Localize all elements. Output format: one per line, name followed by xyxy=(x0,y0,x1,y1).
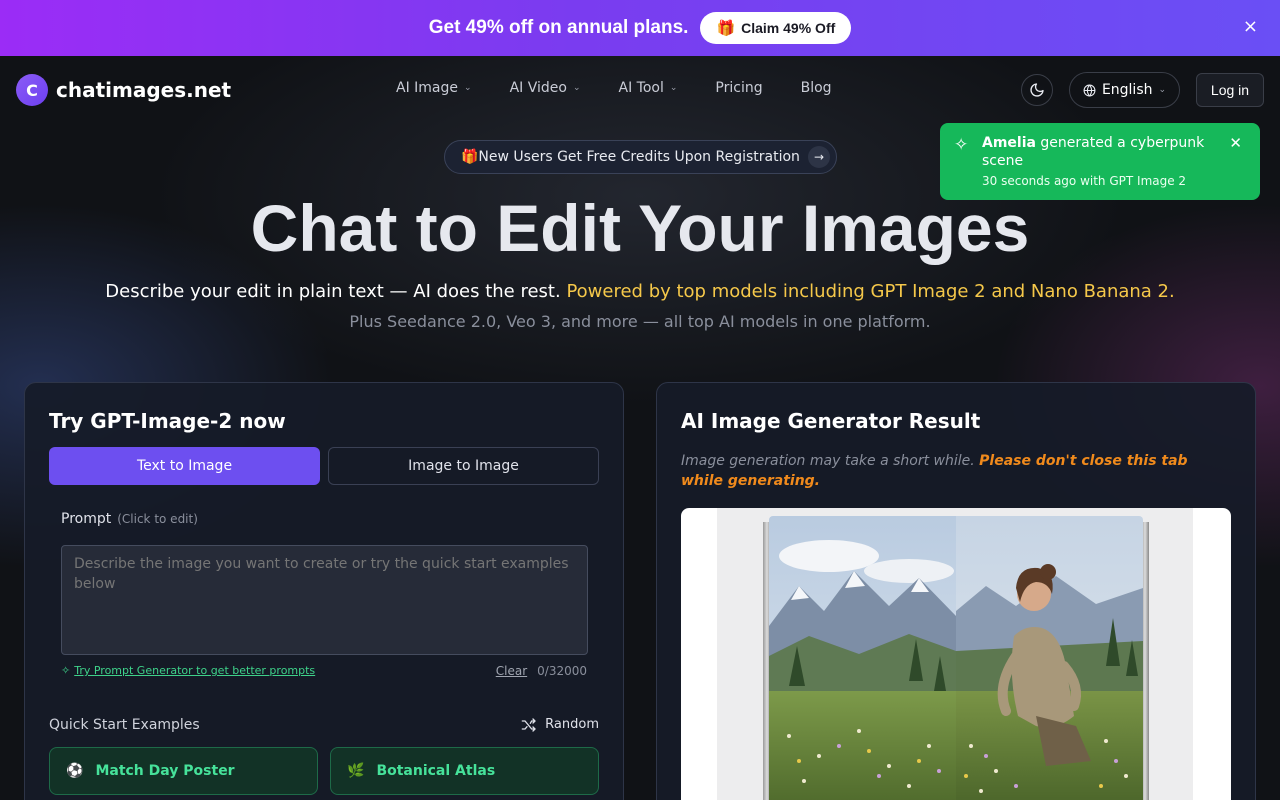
example-label: Botanical Atlas xyxy=(376,763,496,779)
char-count: 0/32000 xyxy=(537,664,587,678)
random-label: Random xyxy=(545,717,599,732)
quick-start-label: Quick Start Examples xyxy=(49,717,200,733)
activity-toast: ✧ Amelia generated a cyberpunk scene 30 … xyxy=(940,123,1260,200)
chevron-down-icon: ⌄ xyxy=(572,83,581,93)
logo-mark: C xyxy=(16,74,48,106)
logo[interactable]: C chatimages.net xyxy=(16,74,231,106)
page-title: Chat to Edit Your Images xyxy=(250,191,1030,265)
hero-subtitle: Describe your edit in plain text — AI do… xyxy=(0,281,1280,302)
nav-blog[interactable]: Blog xyxy=(801,80,832,96)
claim-offer-button[interactable]: 🎁 Claim 49% Off xyxy=(700,12,852,44)
example-match-day-poster[interactable]: ⚽ Match Day Poster xyxy=(49,747,318,795)
prompt-generator-link[interactable]: ✧ Try Prompt Generator to get better pro… xyxy=(61,664,315,677)
theme-toggle-button[interactable] xyxy=(1021,74,1053,106)
nav-label: Blog xyxy=(800,80,832,96)
prompt-generator-label: Try Prompt Generator to get better promp… xyxy=(74,664,316,677)
hero-subtitle-secondary: Plus Seedance 2.0, Veo 3, and more — all… xyxy=(349,312,931,331)
nav-ai-video[interactable]: AI Video ⌄ xyxy=(510,80,581,96)
clear-button[interactable]: Clear xyxy=(496,664,527,678)
shuffle-icon xyxy=(521,717,537,732)
prompt-input[interactable] xyxy=(61,545,588,655)
nav-label: Pricing xyxy=(715,80,763,96)
language-select[interactable]: English ⌄ xyxy=(1069,72,1180,108)
book-page-left xyxy=(769,516,956,800)
pill-text: 🎁New Users Get Free Credits Upon Registr… xyxy=(461,149,800,165)
promo-text: Get 49% off on annual plans. xyxy=(428,17,689,38)
result-panel: AI Image Generator Result Image generati… xyxy=(656,382,1256,800)
random-button[interactable]: Random xyxy=(521,717,599,732)
hero-subtitle-models: Powered by top models including GPT Imag… xyxy=(560,281,1175,302)
main-nav: AI Image ⌄ AI Video ⌄ AI Tool ⌄ Pricing … xyxy=(396,80,832,96)
chevron-down-icon: ⌄ xyxy=(669,83,678,93)
globe-icon xyxy=(1083,84,1096,96)
toast-title: Amelia generated a cyberpunk scene xyxy=(982,134,1212,170)
nav-label: AI Image xyxy=(396,80,459,96)
generator-panel: Try GPT-Image-2 now Text to Image Image … xyxy=(24,382,624,800)
example-botanical-atlas[interactable]: 🌿 Botanical Atlas xyxy=(330,747,599,795)
nav-label: AI Video xyxy=(509,80,567,96)
tab-image-to-image[interactable]: Image to Image xyxy=(328,447,599,485)
nav-ai-image[interactable]: AI Image ⌄ xyxy=(396,80,472,96)
result-note: Image generation may take a short while.… xyxy=(681,451,1231,491)
chevron-down-icon: ⌄ xyxy=(464,83,472,93)
sparkle-icon: ✧ xyxy=(61,664,71,677)
tab-text-to-image[interactable]: Text to Image xyxy=(49,447,320,485)
mountain-landscape xyxy=(769,516,956,800)
book-page-right xyxy=(956,516,1143,800)
prompt-label: Prompt (Click to edit) xyxy=(61,511,198,527)
logo-text: chatimages.net xyxy=(56,78,232,102)
close-icon[interactable]: ✕ xyxy=(1229,134,1242,152)
nav-pricing[interactable]: Pricing xyxy=(715,80,762,96)
chevron-down-icon: ⌄ xyxy=(1158,85,1167,95)
nav-ai-tool[interactable]: AI Tool ⌄ xyxy=(619,80,678,96)
arrow-right-icon: → xyxy=(808,146,830,168)
result-title: AI Image Generator Result xyxy=(681,409,981,433)
language-label: English xyxy=(1101,82,1153,98)
prompt-label-text: Prompt xyxy=(61,511,112,527)
prompt-hint: (Click to edit) xyxy=(117,512,198,526)
result-image[interactable] xyxy=(681,508,1231,800)
result-note-text: Image generation may take a short while. xyxy=(681,453,980,469)
moon-icon xyxy=(1030,83,1044,97)
generator-title: Try GPT-Image-2 now xyxy=(49,409,286,433)
toast-subtitle: 30 seconds ago with GPT Image 2 xyxy=(982,174,1187,188)
close-icon[interactable]: × xyxy=(1243,16,1258,37)
sparkle-icon: ✧ xyxy=(954,135,969,155)
claim-offer-label: Claim 49% Off xyxy=(741,20,836,36)
book-illustration xyxy=(763,516,1149,800)
hero-subtitle-main: Describe your edit in plain text — AI do… xyxy=(105,281,561,302)
site-header: C chatimages.net AI Image ⌄ AI Video ⌄ A… xyxy=(0,56,1280,124)
woman-in-meadow xyxy=(956,516,1143,800)
example-label: Match Day Poster xyxy=(95,763,235,779)
free-credits-pill[interactable]: 🎁New Users Get Free Credits Upon Registr… xyxy=(444,140,837,174)
toast-user: Amelia xyxy=(982,135,1036,151)
soccer-ball-icon: ⚽ xyxy=(66,763,84,779)
promo-banner: Get 49% off on annual plans. 🎁 Claim 49%… xyxy=(0,0,1280,56)
prompt-footer: Clear 0/32000 xyxy=(496,664,587,678)
herb-icon: 🌿 xyxy=(347,763,365,779)
gift-icon: 🎁 xyxy=(716,20,736,37)
login-button[interactable]: Log in xyxy=(1196,73,1264,107)
nav-label: AI Tool xyxy=(618,80,664,96)
